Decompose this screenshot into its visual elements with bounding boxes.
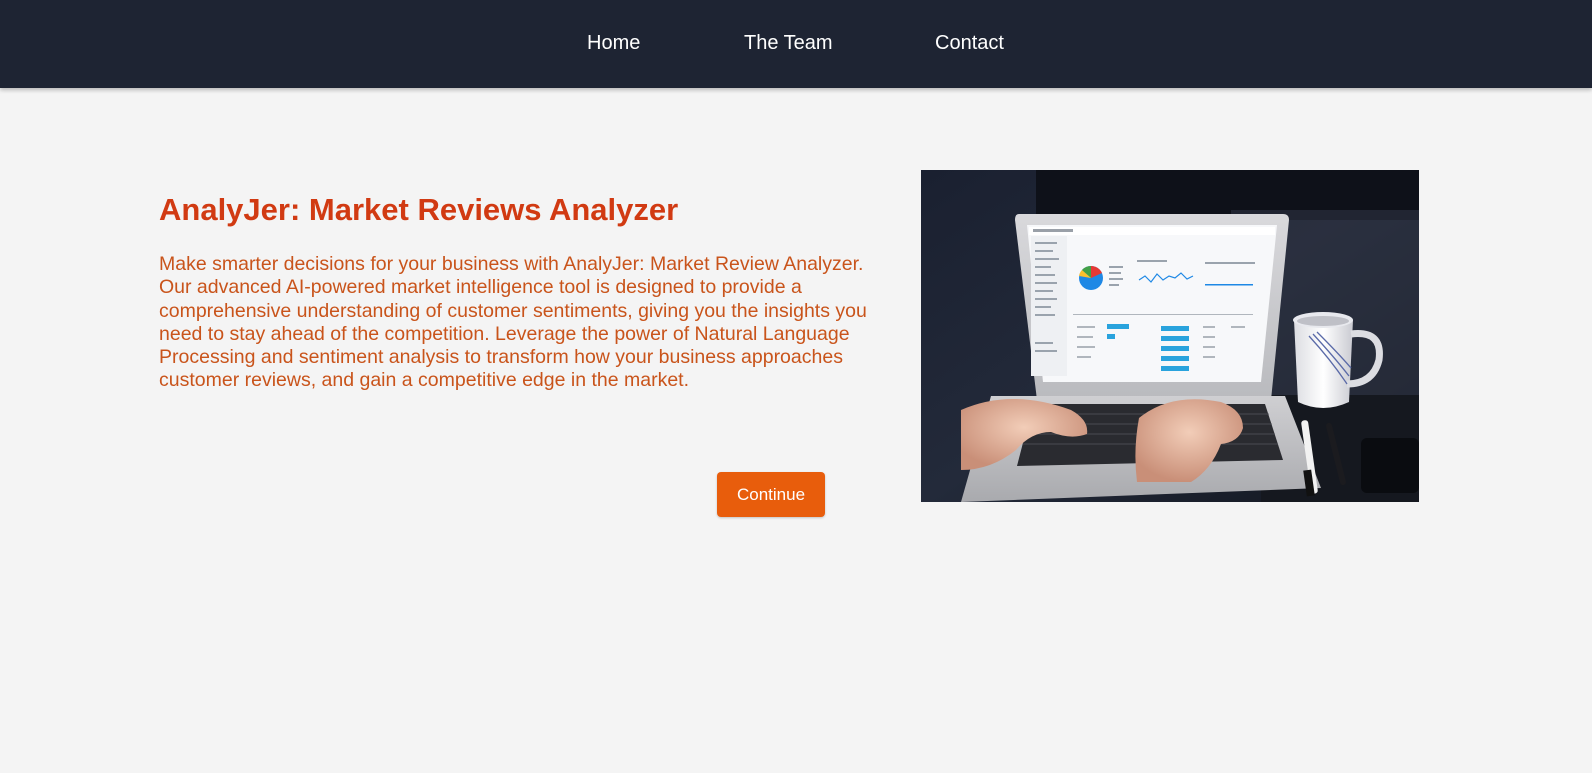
page-title: AnalyJer: Market Reviews Analyzer: [159, 192, 679, 227]
hero-image: [921, 170, 1419, 502]
top-navbar: Home The Team Contact: [0, 0, 1592, 88]
nav-link-the-team[interactable]: The Team: [744, 31, 833, 55]
nav-link-home[interactable]: Home: [587, 31, 640, 55]
continue-button[interactable]: Continue: [717, 472, 825, 517]
laptop-analytics-photo: [921, 170, 1419, 502]
hero-description: Make smarter decisions for your business…: [159, 253, 867, 392]
nav-link-contact[interactable]: Contact: [935, 31, 1004, 55]
